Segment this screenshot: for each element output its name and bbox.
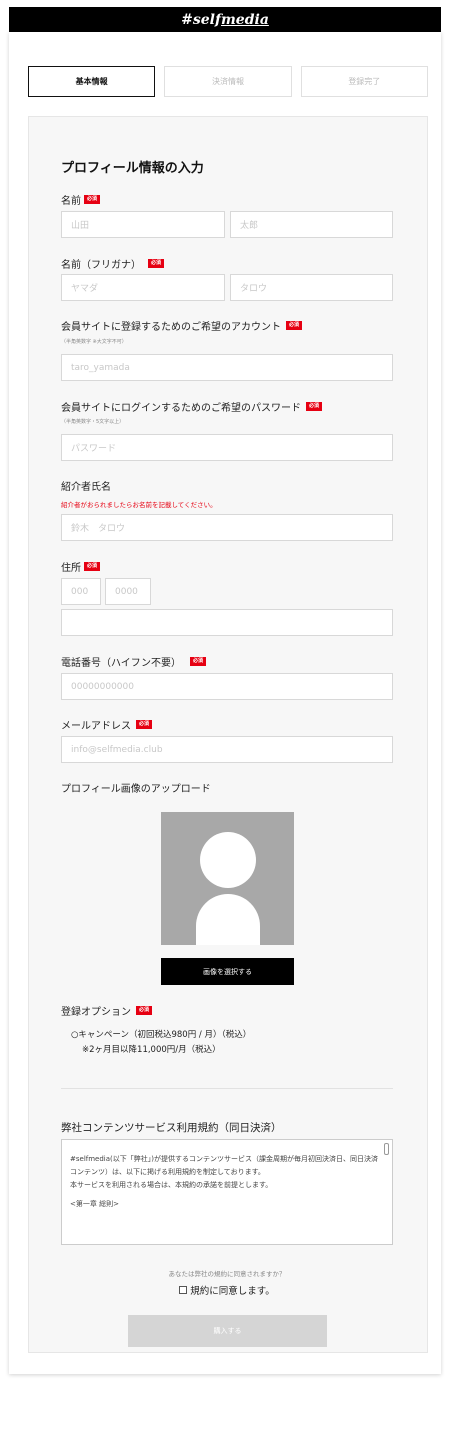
email-input[interactable]: info@selfmedia.club (61, 736, 393, 763)
phone-input[interactable]: 00000000000 (61, 673, 393, 700)
campaign-option-note: ※2ヶ月目以降11,000円/月（税込） (82, 1045, 221, 1055)
options-label-text: 登録オプション (61, 1007, 131, 1018)
phone-label: 電話番号（ハイフン不要） 必須 (61, 654, 207, 669)
account-label-text: 会員サイトに登録するためのご希望のアカウント (61, 322, 281, 333)
required-badge: 必須 (148, 259, 165, 268)
agree-checkbox[interactable] (179, 1286, 188, 1294)
avatar-placeholder (161, 812, 294, 945)
email-label-text: メールアドレス (61, 721, 131, 732)
terms-paragraph: 本サービスを利用される場合は、本規約の承諾を前提とします。 (70, 1181, 273, 1189)
brand-prefix: #self (181, 11, 221, 28)
progress-steps: 基本情報 決済情報 登録完了 (28, 66, 428, 97)
required-badge: 必須 (306, 402, 323, 411)
password-input[interactable]: パスワード (61, 434, 393, 461)
step-basic-info: 基本情報 (28, 66, 156, 97)
section-divider (61, 1088, 393, 1089)
referrer-label-text: 紹介者氏名 (61, 482, 111, 493)
first-name-kana-input[interactable]: タロウ (230, 274, 393, 301)
referrer-label: 紹介者氏名 (61, 478, 111, 493)
email-label: メールアドレス 必須 (61, 717, 153, 732)
name-label-text: 名前 (61, 196, 81, 207)
avatar-body-shape (196, 894, 260, 945)
brand-logo[interactable]: #selfmedia (181, 12, 269, 28)
step-payment-info: 決済情報 (164, 66, 292, 97)
terms-paragraph: <第一章 総則> (70, 1200, 119, 1208)
terms-scrollbar[interactable] (384, 1143, 389, 1155)
address-label: 住所 必須 (61, 559, 101, 574)
kana-label: 名前（フリガナ） 必須 (61, 256, 165, 271)
required-badge: 必須 (286, 321, 303, 330)
password-label-text: 会員サイトにログインするためのご希望のパスワード (61, 403, 301, 414)
account-note: （半角英数字 ※大文字不可） (61, 339, 127, 345)
account-input[interactable]: taro_yamada (61, 354, 393, 381)
required-badge: 必須 (190, 657, 207, 666)
kana-label-text: 名前（フリガナ） (61, 260, 141, 271)
address-line-input[interactable] (61, 609, 393, 636)
required-badge: 必須 (136, 720, 153, 729)
upload-label-text: プロフィール画像のアップロード (61, 784, 211, 795)
agree-checkbox-row[interactable]: 規約に同意します。 (61, 1283, 393, 1297)
agree-checkbox-label[interactable]: 規約に同意します。 (190, 1283, 275, 1297)
agree-question: あなたは弊社の規約に同意されますか？ (168, 1270, 286, 1278)
name-label: 名前 必須 (61, 192, 101, 207)
password-label: 会員サイトにログインするためのご希望のパスワード 必須 (61, 399, 323, 414)
select-image-button[interactable]: 画像を選択する (161, 958, 294, 985)
required-badge: 必須 (136, 1006, 153, 1015)
address-label-text: 住所 (61, 563, 81, 574)
step-complete: 登録完了 (300, 66, 428, 97)
top-bar: #selfmedia (9, 7, 441, 32)
first-name-input[interactable]: 太郎 (230, 211, 393, 238)
phone-label-text: 電話番号（ハイフン不要） (61, 658, 181, 669)
terms-title-text: 弊社コンテンツサービス利用規約（同日決済） (61, 1122, 282, 1134)
brand-suffix: media (220, 11, 269, 28)
terms-title: 弊社コンテンツサービス利用規約（同日決済） (61, 1120, 282, 1135)
purchase-button[interactable]: 購入する (128, 1315, 327, 1347)
last-name-input[interactable]: 山田 (61, 211, 225, 238)
required-badge: 必須 (84, 562, 101, 571)
zip1-input[interactable]: 000 (61, 578, 101, 605)
terms-scrollbox[interactable]: #selfmedia(以下「弊社」)が提供するコンテンツサービス（課金周期が毎月… (61, 1139, 393, 1245)
section-title: プロフィール情報の入力 (61, 161, 204, 176)
referrer-input[interactable]: 鈴木 タロウ (61, 514, 393, 541)
zip2-input[interactable]: 0000 (105, 578, 151, 605)
campaign-option-radio[interactable]: ○キャンペーン（初回税込980円 / 月）（税込） (71, 1028, 251, 1040)
terms-paragraph: #selfmedia(以下「弊社」)が提供するコンテンツサービス（課金周期が毎月… (70, 1155, 378, 1176)
account-label: 会員サイトに登録するためのご希望のアカウント 必須 (61, 318, 303, 333)
referrer-note: 紹介者がおられましたらお名前を記載してください。 (61, 501, 217, 509)
upload-label: プロフィール画像のアップロード (61, 780, 211, 795)
terms-text: #selfmedia(以下「弊社」)が提供するコンテンツサービス（課金周期が毎月… (70, 1153, 378, 1211)
last-name-kana-input[interactable]: ヤマダ (61, 274, 225, 301)
password-note: （半角英数字・5文字以上） (61, 419, 125, 425)
options-label: 登録オプション 必須 (61, 1003, 153, 1018)
avatar-head-shape (200, 832, 256, 888)
required-badge: 必須 (84, 195, 101, 204)
